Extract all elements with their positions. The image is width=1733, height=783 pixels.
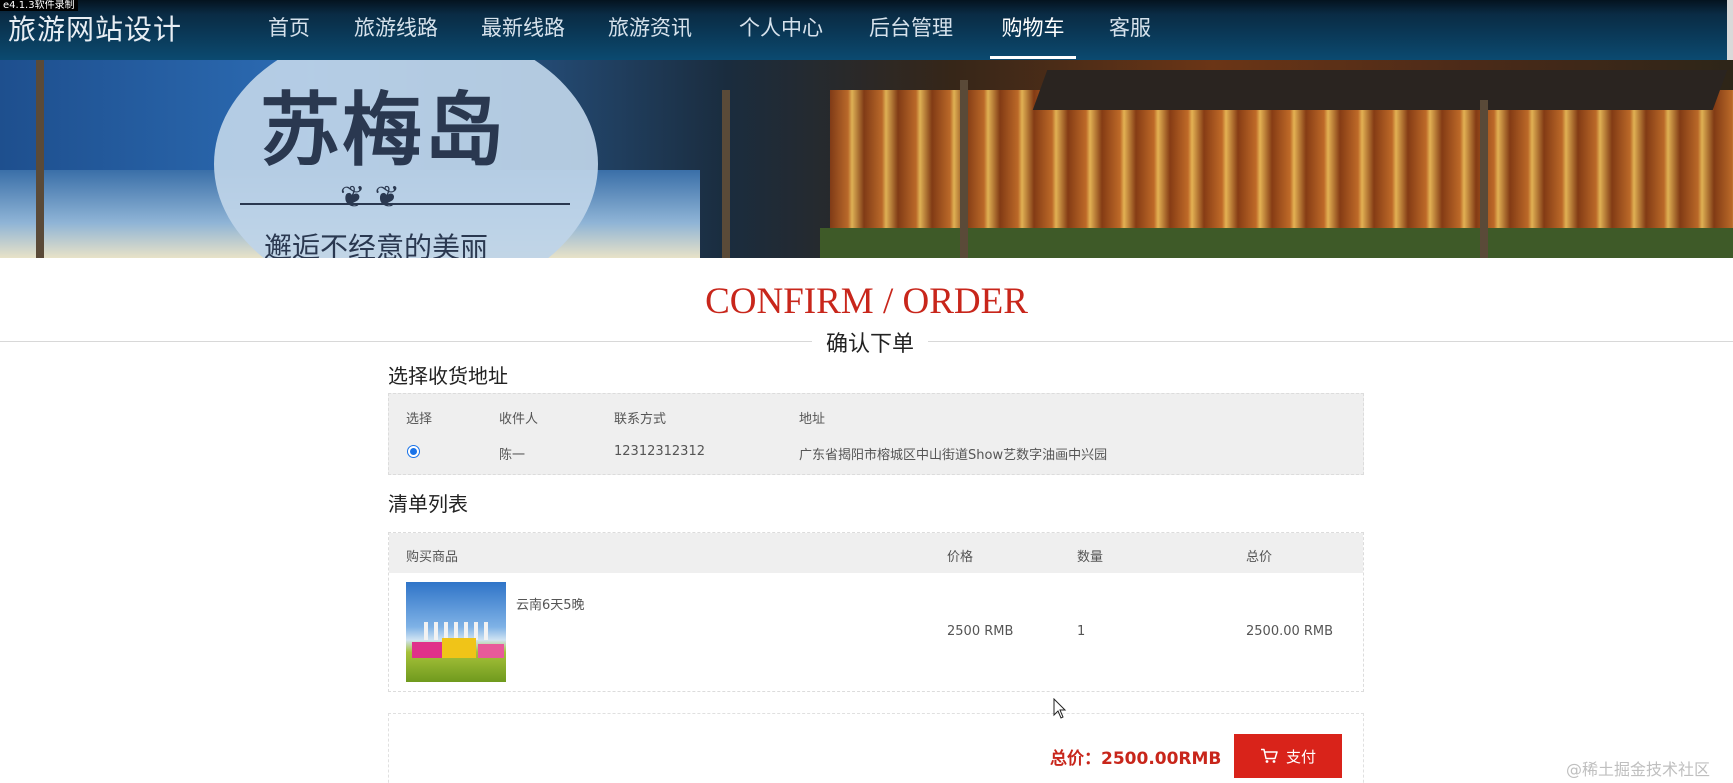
nav-customer-service[interactable]: 客服 — [1109, 12, 1151, 58]
pay-button[interactable]: 支付 — [1234, 734, 1342, 778]
items-section-heading: 清单列表 — [388, 492, 468, 516]
banner-roof — [1032, 70, 1728, 110]
nav-travel-routes[interactable]: 旅游线路 — [354, 12, 438, 58]
nav-personal-center[interactable]: 个人中心 — [739, 12, 823, 58]
nav-home[interactable]: 首页 — [268, 12, 310, 58]
column-header: 收件人 — [499, 412, 539, 427]
column-header: 购买商品 — [406, 550, 459, 565]
column-header: 选择 — [406, 412, 433, 427]
banner-title: 苏梅岛 — [260, 83, 506, 177]
cart-icon — [1260, 748, 1278, 763]
nav-cart[interactable]: 购物车 — [990, 12, 1076, 59]
ornament-icon: ❦ ❦ — [340, 180, 400, 215]
total-cell: 2500.00 RMB — [1246, 624, 1334, 639]
pay-button-label: 支付 — [1285, 748, 1316, 766]
banner-subtitle: 邂逅不经意的美丽 — [264, 231, 489, 258]
banner-palm — [1480, 100, 1488, 258]
items-table: 购买商品 价格 数量 总价 云南6天5晚 2500 RMB 1 2500.00 … — [388, 532, 1364, 692]
page-subtitle: 确认下单 — [812, 326, 929, 358]
column-header: 价格 — [947, 550, 974, 565]
address-select-radio[interactable] — [407, 445, 420, 458]
order-total: 总价：2500.00RMB — [1050, 749, 1222, 769]
banner-lawn — [820, 228, 1733, 258]
thumb-car — [442, 638, 476, 658]
recipient-cell: 陈一 — [499, 448, 526, 463]
hero-banner: 苏梅岛 ❦ ❦ 邂逅不经意的美丽 — [0, 60, 1733, 258]
scrollbar[interactable] — [1727, 0, 1733, 60]
banner-palm — [960, 80, 968, 258]
product-thumbnail[interactable] — [406, 582, 506, 682]
phone-cell: 12312312312 — [614, 444, 705, 459]
site-brand[interactable]: 旅游网站设计 — [8, 8, 182, 48]
column-header: 联系方式 — [614, 412, 667, 427]
top-navbar: e4.1.3软件录制 旅游网站设计 首页 旅游线路 最新线路 旅游资讯 个人中心… — [0, 0, 1733, 60]
product-name[interactable]: 云南6天5晚 — [516, 594, 585, 613]
items-table-header — [389, 533, 1363, 573]
address-table: 选择 收件人 联系方式 地址 陈一 12312312312 广东省揭阳市榕城区中… — [388, 393, 1364, 475]
price-cell: 2500 RMB — [947, 624, 1014, 639]
column-header: 总价 — [1246, 550, 1273, 565]
banner-divider — [240, 203, 570, 205]
banner-palm — [36, 60, 44, 258]
mouse-cursor-icon — [1053, 698, 1067, 719]
quantity-cell: 1 — [1077, 624, 1086, 639]
nav-latest-routes[interactable]: 最新线路 — [481, 12, 565, 58]
address-cell: 广东省揭阳市榕城区中山街道Show艺数字油画中兴园 — [799, 448, 1108, 463]
thumb-car — [478, 644, 504, 658]
page-title: CONFIRM / ORDER — [705, 281, 1028, 322]
watermark: @稀土掘金技术社区 — [1566, 760, 1711, 779]
nav-travel-news[interactable]: 旅游资讯 — [608, 12, 692, 58]
column-header: 数量 — [1077, 550, 1104, 565]
column-header: 地址 — [799, 412, 826, 427]
nav-admin[interactable]: 后台管理 — [869, 12, 953, 58]
nav-cart-label: 购物车 — [1001, 16, 1065, 40]
nav-active-indicator — [990, 56, 1076, 59]
banner-palm — [722, 90, 730, 258]
address-section-heading: 选择收货地址 — [388, 364, 508, 388]
thumb-car — [412, 642, 442, 658]
